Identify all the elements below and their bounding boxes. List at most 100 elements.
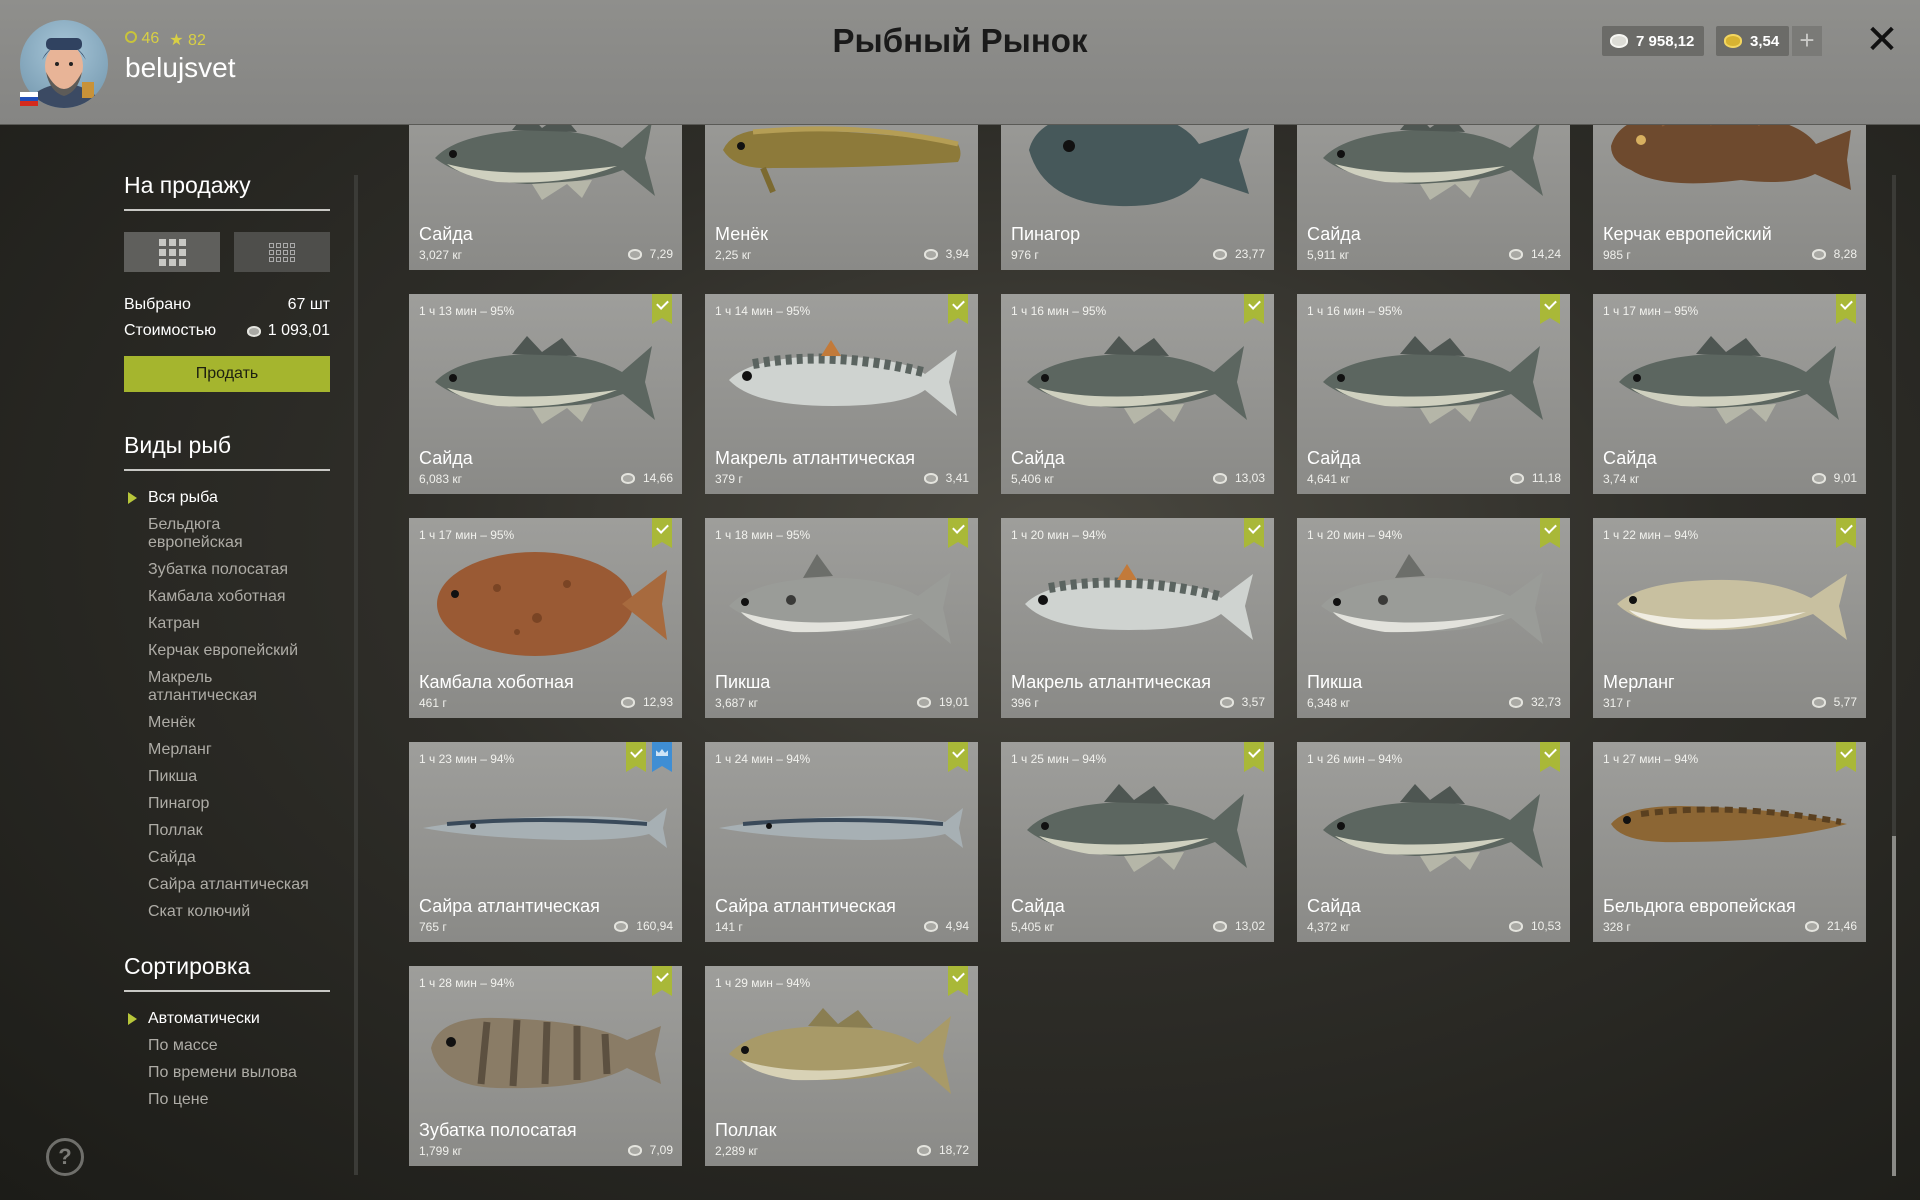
sort-heading: Сортировка bbox=[124, 953, 330, 992]
selected-check-icon[interactable] bbox=[1836, 294, 1856, 324]
sort-option-item[interactable]: Автоматически bbox=[124, 1010, 330, 1028]
fish-card[interactable]: 1 ч 24 мин – 94% Сайра атлантическая 141 г… bbox=[705, 742, 978, 942]
selected-check-icon[interactable] bbox=[626, 742, 646, 772]
add-gold-button[interactable]: + bbox=[1792, 26, 1822, 56]
silver-coin-icon bbox=[1212, 920, 1227, 932]
fish-card[interactable]: 1 ч 28 мин – 94% Зубатка полосатая 1,799 к… bbox=[409, 966, 682, 1166]
sort-option-item[interactable]: По массе bbox=[124, 1037, 330, 1055]
fish-price-value: 8,28 bbox=[1833, 247, 1857, 261]
silver-coin-icon bbox=[1508, 248, 1523, 260]
grid-scrollbar-thumb[interactable] bbox=[1892, 836, 1896, 1176]
sidebar-divider bbox=[354, 175, 358, 1175]
species-filter-item[interactable]: Камбала хоботная bbox=[124, 588, 314, 606]
fish-weight: 5,406 кг bbox=[1011, 472, 1054, 486]
fish-card[interactable]: 1 ч 17 мин – 95% Камбала хоботная 461 г 12,… bbox=[409, 518, 682, 718]
fish-name: Сайда bbox=[1307, 896, 1361, 916]
fish-card[interactable]: 1 ч 13 мин – 95% Сайда 6,083 кг 14,66 bbox=[409, 294, 682, 494]
fish-name: Поллак bbox=[715, 1120, 777, 1140]
catch-time: 1 ч 25 мин – 94% bbox=[1011, 752, 1107, 766]
species-filter-item[interactable]: Пинагор bbox=[124, 795, 314, 813]
fish-price-value: 19,01 bbox=[938, 695, 969, 709]
selected-check-icon[interactable] bbox=[948, 966, 968, 996]
species-filter-item[interactable]: Поллак bbox=[124, 822, 314, 840]
total-cost-row: Стоимостью 1 093,01 bbox=[124, 322, 330, 340]
fish-price: 11,18 bbox=[1509, 471, 1561, 485]
fish-card[interactable]: 1 ч 25 мин – 94% Сайда 5,405 кг 13,02 bbox=[1001, 742, 1274, 942]
sort-option-item[interactable]: По цене bbox=[124, 1091, 330, 1109]
fish-weight: 141 г bbox=[715, 920, 743, 934]
fish-card[interactable]: Менёк 2,25 кг 3,94 bbox=[705, 125, 978, 270]
selected-check-icon[interactable] bbox=[1244, 294, 1264, 324]
selected-check-icon[interactable] bbox=[948, 294, 968, 324]
species-filter-item[interactable]: Вся рыба bbox=[124, 489, 314, 507]
fish-weight: 4,641 кг bbox=[1307, 472, 1350, 486]
species-filter-item[interactable]: Скат колючий bbox=[124, 903, 314, 921]
fish-name: Пикша bbox=[715, 672, 771, 692]
selected-check-icon[interactable] bbox=[948, 518, 968, 548]
species-filter-item[interactable]: Сайра атлантическая bbox=[124, 876, 314, 894]
fish-image bbox=[423, 808, 667, 848]
fish-name: Камбала хоботная bbox=[419, 672, 574, 692]
fish-card[interactable]: 1 ч 29 мин – 94% Поллак 2,289 кг 18,72 bbox=[705, 966, 978, 1166]
large-grid-view-button[interactable] bbox=[124, 232, 220, 272]
fish-price-value: 13,02 bbox=[1234, 919, 1265, 933]
fish-image bbox=[431, 1017, 661, 1089]
fish-weight: 3,687 кг bbox=[715, 696, 758, 710]
selected-check-icon[interactable] bbox=[1540, 294, 1560, 324]
selected-check-icon[interactable] bbox=[1836, 518, 1856, 548]
fish-name: Сайда bbox=[1603, 448, 1657, 468]
selected-check-icon[interactable] bbox=[1244, 518, 1264, 548]
gold-value: 3,54 bbox=[1750, 32, 1780, 50]
fish-card[interactable]: Пинагор 976 г 23,77 bbox=[1001, 125, 1274, 270]
selected-check-icon[interactable] bbox=[1244, 742, 1264, 772]
fish-card[interactable]: 1 ч 26 мин – 94% Сайда 4,372 кг 10,53 bbox=[1297, 742, 1570, 942]
selected-check-icon[interactable] bbox=[1540, 742, 1560, 772]
species-filter-item[interactable]: Менёк bbox=[124, 714, 314, 732]
species-filter-item[interactable]: Сайда bbox=[124, 849, 314, 867]
silver-coin-icon bbox=[627, 248, 642, 260]
species-filter-item[interactable]: Пикша bbox=[124, 768, 314, 786]
fish-image bbox=[435, 336, 655, 424]
fish-card[interactable]: 1 ч 17 мин – 95% Сайда 3,74 кг 9,01 bbox=[1593, 294, 1866, 494]
fish-card[interactable]: 1 ч 23 мин – 94% Сайра атлантическая 765 г… bbox=[409, 742, 682, 942]
species-filter-item[interactable]: Керчак европейский bbox=[124, 642, 314, 660]
fish-card[interactable]: 1 ч 16 мин – 95% Сайда 5,406 кг 13,03 bbox=[1001, 294, 1274, 494]
fish-card[interactable]: Керчак европейский 985 г 8,28 bbox=[1593, 125, 1866, 270]
fish-card[interactable]: Сайда 5,911 кг 14,24 bbox=[1297, 125, 1570, 270]
species-filter-item[interactable]: Катран bbox=[124, 615, 314, 633]
fish-name: Менёк bbox=[715, 224, 769, 244]
silver-coin-icon bbox=[1508, 920, 1523, 932]
catch-time: 1 ч 27 мин – 94% bbox=[1603, 752, 1699, 766]
selected-check-icon[interactable] bbox=[1836, 742, 1856, 772]
species-filter-item[interactable]: Зубатка полосатая bbox=[124, 561, 314, 579]
fish-price: 13,02 bbox=[1212, 919, 1265, 933]
species-filter-item[interactable]: Мерланг bbox=[124, 741, 314, 759]
species-heading: Виды рыб bbox=[124, 432, 330, 471]
selected-check-icon[interactable] bbox=[1540, 518, 1560, 548]
selected-check-icon[interactable] bbox=[652, 966, 672, 996]
close-button[interactable]: ✕ bbox=[1864, 20, 1900, 60]
fish-card[interactable]: 1 ч 27 мин – 94% Бельдюга европейская 328 … bbox=[1593, 742, 1866, 942]
species-filter-item[interactable]: Бельдюга европейская bbox=[124, 516, 314, 552]
silver-value: 7 958,12 bbox=[1636, 32, 1695, 50]
fish-card[interactable]: 1 ч 14 мин – 95% Макрель атлантическая 379… bbox=[705, 294, 978, 494]
selected-check-icon[interactable] bbox=[948, 742, 968, 772]
fish-name: Керчак европейский bbox=[1603, 224, 1772, 244]
small-grid-view-button[interactable] bbox=[234, 232, 330, 272]
sort-option-item[interactable]: По времени вылова bbox=[124, 1064, 330, 1082]
catch-time: 1 ч 18 мин – 95% bbox=[715, 528, 811, 542]
species-filter-item[interactable]: Макрель атлантическая bbox=[124, 669, 314, 705]
selected-check-icon[interactable] bbox=[652, 518, 672, 548]
silver-coin-icon bbox=[627, 1144, 642, 1156]
cost-amount: 1 093,01 bbox=[246, 322, 330, 340]
selected-check-icon[interactable] bbox=[652, 294, 672, 324]
fish-card[interactable]: 1 ч 20 мин – 94% Макрель атлантическая 396… bbox=[1001, 518, 1274, 718]
fish-price: 10,53 bbox=[1508, 919, 1561, 933]
fish-card[interactable]: 1 ч 18 мин – 95% Пикша 3,687 кг 19,01 bbox=[705, 518, 978, 718]
fish-card[interactable]: 1 ч 20 мин – 94% Пикша 6,348 кг 32,73 bbox=[1297, 518, 1570, 718]
fish-card[interactable]: Сайда 3,027 кг 7,29 bbox=[409, 125, 682, 270]
sell-button[interactable]: Продать bbox=[124, 356, 330, 392]
fish-card[interactable]: 1 ч 22 мин – 94% Мерланг 317 г 5,77 bbox=[1593, 518, 1866, 718]
fish-card[interactable]: 1 ч 16 мин – 95% Сайда 4,641 кг 11,18 bbox=[1297, 294, 1570, 494]
help-button[interactable]: ? bbox=[46, 1138, 84, 1176]
